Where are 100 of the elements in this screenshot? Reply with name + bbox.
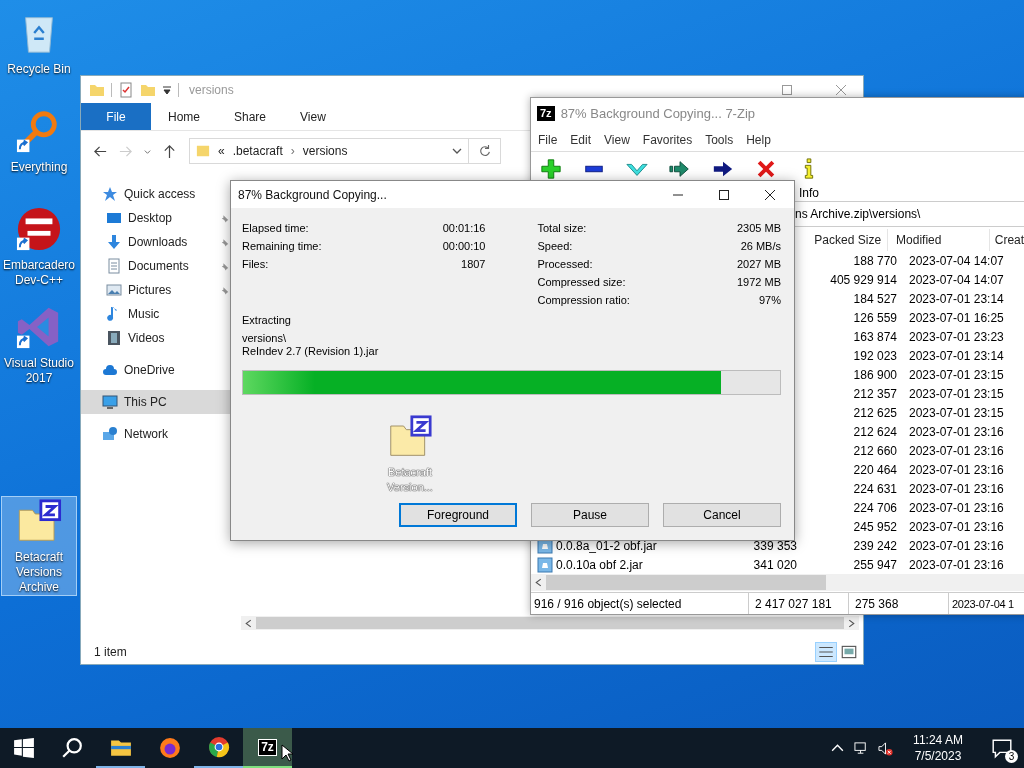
nav-item[interactable]: Documents [81, 254, 231, 278]
close-icon[interactable] [764, 188, 776, 201]
desktop-shortcut[interactable]: Everything [1, 106, 77, 204]
desktop-icon [106, 210, 122, 226]
menu-item[interactable]: Tools [705, 132, 734, 147]
pin-icon[interactable] [221, 261, 229, 271]
desktop-shortcut[interactable]: Recycle Bin [1, 8, 77, 106]
dialog-button[interactable]: Cancel [663, 503, 781, 527]
toolbar-button[interactable]: Info [798, 157, 820, 200]
table-cell-text: 2023-07-01 23:16 [908, 462, 1005, 477]
stat-label: Elapsed time: [242, 222, 309, 234]
jar-file-icon [537, 556, 553, 573]
network-icon[interactable] [854, 740, 869, 756]
archive-folder-icon [16, 499, 62, 544]
windows-logo-icon [13, 737, 35, 759]
maximize-icon[interactable] [718, 188, 730, 201]
column-header[interactable]: Creat [989, 229, 1024, 252]
taskbar-app[interactable]: 7z [243, 728, 292, 768]
nav-item[interactable]: This PC [81, 390, 231, 414]
horizontal-scrollbar[interactable] [241, 616, 859, 630]
table-cell-text: 2023-07-01 23:15 [908, 386, 1005, 401]
menu-item[interactable]: Edit [570, 132, 592, 147]
table-cell-text: 2023-07-01 23:15 [908, 367, 1005, 382]
nav-item[interactable]: Downloads [81, 230, 231, 254]
chevron-down-icon[interactable] [452, 146, 462, 156]
status-field: 275 368 [849, 593, 949, 614]
table-cell-text: 2023-07-01 23:16 [908, 519, 1005, 534]
pin-icon[interactable] [221, 237, 229, 247]
nav-item[interactable]: Pictures [81, 278, 231, 302]
overflow-chevron[interactable]: « [218, 144, 225, 158]
network-icon [102, 426, 118, 442]
ribbon-tab[interactable]: Home [151, 103, 217, 130]
nav-item[interactable]: Network [81, 422, 231, 446]
dialog-button[interactable]: Pause [531, 503, 649, 527]
refresh-button[interactable] [469, 138, 501, 164]
horizontal-scrollbar[interactable] [531, 574, 1024, 591]
nav-item[interactable]: Quick access [81, 182, 231, 206]
status-text: 1 item [94, 645, 127, 659]
desktop-icon-label: Recycle Bin [6, 62, 72, 77]
menu-item[interactable]: Favorites [642, 132, 693, 147]
stat-value: 2305 MB [736, 222, 781, 234]
address-bar[interactable]: « .betacraft › versions [189, 138, 469, 164]
menu-item[interactable]: File [538, 132, 558, 147]
desktop-shortcut[interactable]: Embarcadero Dev-C++ [1, 204, 77, 302]
table-cell: 339 353 [753, 538, 797, 553]
properties-icon[interactable] [118, 81, 134, 98]
column-header[interactable]: Packed Size [799, 229, 889, 252]
table-cell-text: 184 527 [852, 291, 898, 306]
table-cell-text: 224 706 [852, 500, 898, 515]
dropdown-icon[interactable] [162, 84, 172, 95]
large-icons-view-icon[interactable] [839, 643, 859, 661]
details-view-icon[interactable] [815, 642, 837, 662]
folder-path: versions\ [242, 332, 288, 345]
desktop-icon-label: Betacraft Versions Archive [14, 550, 64, 595]
desktop-icon-label: Embarcadero Dev-C++ [2, 258, 76, 288]
up-icon[interactable] [162, 143, 177, 159]
table-cell-text: 405 929 914 [829, 272, 898, 287]
dialog-button[interactable]: Foreground [399, 503, 517, 527]
pin-icon[interactable] [221, 213, 229, 223]
menu-item[interactable]: View [604, 132, 630, 147]
stat-label: Compressed size: [537, 276, 626, 288]
table-cell-text: 2023-07-01 23:16 [908, 538, 1005, 553]
table-cell-text: 2023-07-01 23:16 [908, 424, 1005, 439]
ribbon-tab[interactable]: Share [217, 103, 284, 130]
table-cell-text: 2023-07-04 14:07 [908, 253, 1005, 268]
notification-button[interactable]: 3 [980, 728, 1024, 768]
nav-item[interactable]: Music [81, 302, 231, 326]
time: 11:24 AM [913, 732, 963, 748]
pin-icon[interactable] [221, 285, 229, 295]
plus-icon[interactable] [540, 157, 562, 180]
column-header[interactable]: Modified [888, 229, 990, 252]
film-icon [106, 330, 122, 346]
breadcrumb[interactable]: .betacraft [232, 144, 283, 158]
table-cell-text: 2023-07-01 23:23 [908, 329, 1005, 344]
ribbon-tab[interactable]: File [81, 103, 151, 130]
file-name: ReIndev 2.7 (Revision 1).jar [242, 345, 380, 358]
nav-item[interactable]: OneDrive [81, 358, 231, 382]
table-cell-text: 192 023 [852, 348, 898, 363]
nav-item[interactable]: Videos [81, 326, 231, 350]
speaker-muted-icon[interactable] [878, 740, 893, 756]
breadcrumb-separator[interactable]: › [290, 144, 295, 158]
file-name[interactable]: 0.0.10a obf 2.jar [556, 557, 643, 572]
nav-item[interactable]: Desktop [81, 206, 231, 230]
stat-value: 26 MB/s [740, 240, 781, 252]
table-cell-text: 2023-07-01 16:25 [908, 310, 1005, 325]
stat-value: 2027 MB [736, 258, 781, 270]
clock[interactable]: 11:24 AM 7/5/2023 [902, 732, 974, 764]
stat-label: Processed: [537, 258, 593, 270]
ribbon-tab[interactable]: View [283, 103, 343, 130]
window-title: versions [189, 82, 234, 97]
table-cell-text: 163 874 [852, 329, 898, 344]
stat-label: Remaining time: [242, 240, 322, 252]
file-name[interactable]: 0.0.8a_01-2 obf.jar [556, 538, 657, 553]
menu-item[interactable]: Help [746, 132, 771, 147]
cloud-icon [102, 362, 118, 378]
table-cell-text: 212 357 [852, 386, 898, 401]
table-cell-text: 224 631 [852, 481, 898, 496]
breadcrumb[interactable]: versions [302, 144, 348, 158]
date: 7/5/2023 [914, 748, 962, 764]
desktop-shortcut[interactable]: Visual Studio 2017 [1, 302, 77, 400]
